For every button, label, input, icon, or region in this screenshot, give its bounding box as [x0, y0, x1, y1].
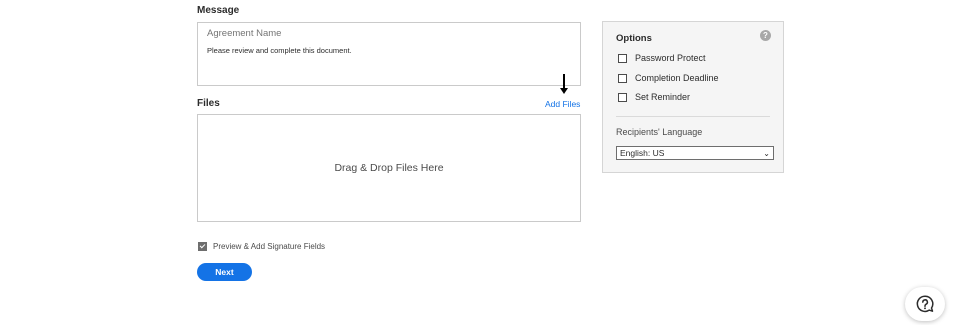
password-protect-checkbox[interactable]	[618, 53, 627, 63]
set-reminder-checkbox[interactable]	[618, 92, 627, 102]
dropzone-text: Drag & Drop Files Here	[334, 162, 444, 174]
option-password-protect[interactable]: Password Protect	[618, 53, 706, 63]
help-chat-button[interactable]	[905, 287, 945, 321]
language-selected-value: English: US	[620, 148, 665, 158]
set-reminder-label: Set Reminder	[635, 92, 691, 102]
options-divider	[616, 116, 770, 117]
option-completion-deadline[interactable]: Completion Deadline	[618, 73, 719, 83]
agreement-name-field[interactable]	[197, 22, 581, 43]
files-label: Files	[197, 98, 220, 109]
help-icon[interactable]: ?	[760, 30, 771, 41]
message-field[interactable]: Please review and complete this document…	[197, 42, 581, 86]
chevron-down-icon: ⌄	[763, 148, 770, 158]
question-chat-icon	[916, 295, 934, 313]
preview-checkbox-label: Preview & Add Signature Fields	[213, 242, 326, 251]
option-set-reminder[interactable]: Set Reminder	[618, 92, 690, 102]
message-textarea[interactable]: Please review and complete this document…	[198, 42, 580, 85]
next-button[interactable]: Next	[197, 263, 252, 281]
completion-deadline-label: Completion Deadline	[635, 73, 719, 83]
file-dropzone[interactable]: Drag & Drop Files Here	[197, 114, 581, 222]
recipients-language-select[interactable]: English: US ⌄	[616, 146, 774, 160]
options-title: Options	[616, 33, 652, 44]
preview-checkbox[interactable]	[198, 242, 207, 251]
message-label: Message	[197, 5, 240, 16]
down-arrow-icon	[563, 74, 565, 89]
completion-deadline-checkbox[interactable]	[618, 73, 627, 83]
password-protect-label: Password Protect	[635, 53, 706, 63]
down-arrow-head	[560, 88, 568, 94]
recipients-language-label: Recipients' Language	[616, 127, 703, 137]
agreement-name-input[interactable]	[198, 24, 580, 43]
add-files-link[interactable]: Add Files	[545, 99, 580, 109]
